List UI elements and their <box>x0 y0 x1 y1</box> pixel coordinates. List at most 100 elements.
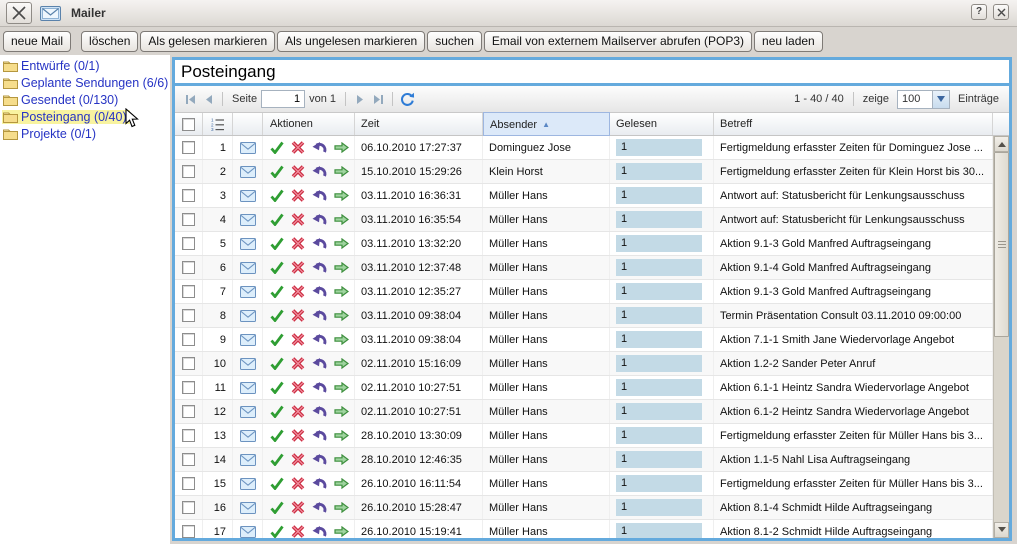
check-action-icon[interactable] <box>270 309 284 322</box>
open-mail-icon[interactable] <box>233 256 263 279</box>
search-button[interactable]: suchen <box>427 31 482 52</box>
forward-action-icon[interactable] <box>334 454 349 465</box>
table-row[interactable]: 14 28.10.2010 12:46:35 Müller Hans 1 Akt… <box>175 448 993 472</box>
check-action-icon[interactable] <box>270 453 284 466</box>
delete-action-icon[interactable] <box>291 285 305 298</box>
last-page-button[interactable] <box>369 90 387 108</box>
open-mail-icon[interactable] <box>233 232 263 255</box>
page-size-select[interactable]: 100 <box>897 90 950 109</box>
row-checkbox[interactable] <box>182 477 195 490</box>
sidebar-item-posteingang[interactable]: Posteingang (0/40) <box>0 108 170 125</box>
delete-action-icon[interactable] <box>291 477 305 490</box>
forward-action-icon[interactable] <box>334 286 349 297</box>
check-action-icon[interactable] <box>270 141 284 154</box>
open-mail-icon[interactable] <box>233 184 263 207</box>
delete-button[interactable]: löschen <box>81 31 138 52</box>
sidebar-item-gesendet[interactable]: Gesendet (0/130) <box>0 91 170 108</box>
gelesen-column-header[interactable]: Gelesen <box>610 113 714 135</box>
table-row[interactable]: 4 03.11.2010 16:35:54 Müller Hans 1 Antw… <box>175 208 993 232</box>
scrollbar-thumb[interactable] <box>994 152 1009 337</box>
reply-action-icon[interactable] <box>312 477 327 490</box>
check-action-icon[interactable] <box>270 429 284 442</box>
delete-action-icon[interactable] <box>291 357 305 370</box>
delete-action-icon[interactable] <box>291 501 305 514</box>
row-checkbox[interactable] <box>182 429 195 442</box>
check-action-icon[interactable] <box>270 189 284 202</box>
reply-action-icon[interactable] <box>312 357 327 370</box>
reply-action-icon[interactable] <box>312 261 327 274</box>
mark-unread-button[interactable]: Als ungelesen markieren <box>277 31 425 52</box>
table-row[interactable]: 15 26.10.2010 16:11:54 Müller Hans 1 Fer… <box>175 472 993 496</box>
forward-action-icon[interactable] <box>334 406 349 417</box>
scroll-down-button[interactable] <box>994 522 1009 538</box>
row-checkbox[interactable] <box>182 525 195 538</box>
table-row[interactable]: 13 28.10.2010 13:30:09 Müller Hans 1 Fer… <box>175 424 993 448</box>
row-checkbox[interactable] <box>182 453 195 466</box>
open-mail-icon[interactable] <box>233 160 263 183</box>
check-action-icon[interactable] <box>270 261 284 274</box>
mail-column-header[interactable] <box>233 113 263 135</box>
sidebar-item-projekte[interactable]: Projekte (0/1) <box>0 125 170 142</box>
reply-action-icon[interactable] <box>312 453 327 466</box>
row-checkbox[interactable] <box>182 309 195 322</box>
sidebar-item-geplante-sendungen[interactable]: Geplante Sendungen (6/6) <box>0 74 170 91</box>
row-checkbox[interactable] <box>182 165 195 178</box>
table-row[interactable]: 5 03.11.2010 13:32:20 Müller Hans 1 Akti… <box>175 232 993 256</box>
delete-action-icon[interactable] <box>291 237 305 250</box>
row-checkbox[interactable] <box>182 381 195 394</box>
delete-action-icon[interactable] <box>291 189 305 202</box>
forward-action-icon[interactable] <box>334 238 349 249</box>
delete-action-icon[interactable] <box>291 381 305 394</box>
forward-action-icon[interactable] <box>334 478 349 489</box>
check-action-icon[interactable] <box>270 477 284 490</box>
forward-action-icon[interactable] <box>334 526 349 537</box>
check-action-icon[interactable] <box>270 525 284 538</box>
check-action-icon[interactable] <box>270 285 284 298</box>
reply-action-icon[interactable] <box>312 525 327 538</box>
reply-action-icon[interactable] <box>312 141 327 154</box>
reload-button[interactable]: neu laden <box>754 31 823 52</box>
open-mail-icon[interactable] <box>233 520 263 538</box>
window-menu-button[interactable] <box>6 2 32 24</box>
open-mail-icon[interactable] <box>233 424 263 447</box>
reply-action-icon[interactable] <box>312 333 327 346</box>
open-mail-icon[interactable] <box>233 448 263 471</box>
reply-action-icon[interactable] <box>312 381 327 394</box>
absender-column-header[interactable]: Absender ▲ <box>483 112 610 136</box>
sidebar-item-entwuerfe[interactable]: Entwürfe (0/1) <box>0 57 170 74</box>
check-action-icon[interactable] <box>270 213 284 226</box>
select-all-checkbox[interactable] <box>175 113 203 135</box>
table-row[interactable]: 7 03.11.2010 12:35:27 Müller Hans 1 Akti… <box>175 280 993 304</box>
open-mail-icon[interactable] <box>233 304 263 327</box>
row-checkbox[interactable] <box>182 261 195 274</box>
delete-action-icon[interactable] <box>291 429 305 442</box>
check-action-icon[interactable] <box>270 405 284 418</box>
forward-action-icon[interactable] <box>334 166 349 177</box>
aktionen-column-header[interactable]: Aktionen <box>263 113 355 135</box>
table-row[interactable]: 1 06.10.2010 17:27:37 Dominguez Jose 1 F… <box>175 136 993 160</box>
zeit-column-header[interactable]: Zeit <box>355 113 483 135</box>
reply-action-icon[interactable] <box>312 237 327 250</box>
open-mail-icon[interactable] <box>233 472 263 495</box>
forward-action-icon[interactable] <box>334 382 349 393</box>
row-checkbox[interactable] <box>182 333 195 346</box>
next-page-button[interactable] <box>351 90 369 108</box>
new-mail-button[interactable]: neue Mail <box>3 31 71 52</box>
scroll-up-button[interactable] <box>994 136 1009 152</box>
open-mail-icon[interactable] <box>233 400 263 423</box>
forward-action-icon[interactable] <box>334 262 349 273</box>
table-row[interactable]: 6 03.11.2010 12:37:48 Müller Hans 1 Akti… <box>175 256 993 280</box>
row-checkbox[interactable] <box>182 141 195 154</box>
reply-action-icon[interactable] <box>312 309 327 322</box>
open-mail-icon[interactable] <box>233 136 263 159</box>
delete-action-icon[interactable] <box>291 165 305 178</box>
table-row[interactable]: 16 26.10.2010 15:28:47 Müller Hans 1 Akt… <box>175 496 993 520</box>
table-row[interactable]: 10 02.11.2010 15:16:09 Müller Hans 1 Akt… <box>175 352 993 376</box>
open-mail-icon[interactable] <box>233 376 263 399</box>
betreff-column-header[interactable]: Betreff <box>714 113 993 135</box>
delete-action-icon[interactable] <box>291 525 305 538</box>
check-action-icon[interactable] <box>270 165 284 178</box>
row-checkbox[interactable] <box>182 189 195 202</box>
delete-action-icon[interactable] <box>291 309 305 322</box>
delete-action-icon[interactable] <box>291 333 305 346</box>
